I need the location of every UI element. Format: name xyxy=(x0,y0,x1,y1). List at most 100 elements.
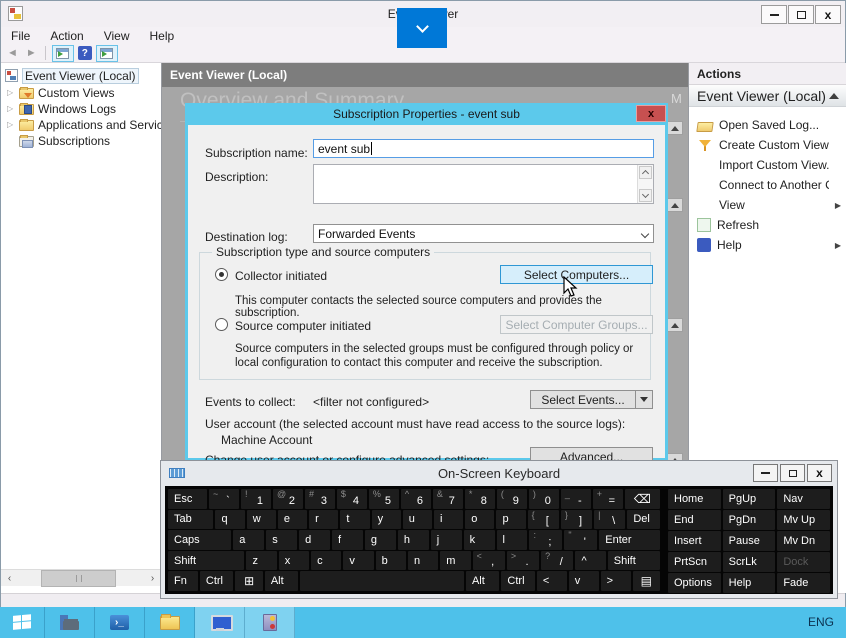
osk-nav-key[interactable]: Dock xyxy=(777,552,830,572)
scroll-right-icon[interactable]: › xyxy=(144,570,161,587)
osk-nav-key[interactable]: Nav xyxy=(777,489,830,509)
menu-item[interactable]: Action xyxy=(40,29,93,43)
osk-taskbar-button[interactable] xyxy=(195,607,245,638)
osk-nav-key[interactable]: End xyxy=(668,510,721,530)
tree-root-event-viewer[interactable]: Event Viewer (Local) xyxy=(1,67,161,84)
osk-key[interactable]: ~ ` xyxy=(208,489,239,509)
action-item[interactable]: Create Custom View... ▶ xyxy=(689,135,846,155)
osk-key[interactable]: u xyxy=(402,509,432,530)
osk-key[interactable]: <, xyxy=(472,550,505,571)
powershell-taskbar-button[interactable]: ›_ xyxy=(95,607,145,638)
expander-icon[interactable]: ▷ xyxy=(7,88,15,97)
show-action-pane-button[interactable] xyxy=(95,44,118,62)
action-item[interactable]: Refresh ▶ xyxy=(689,215,846,235)
osk-key[interactable]: Ctrl xyxy=(501,571,535,591)
source-computer-initiated-radio[interactable] xyxy=(215,318,228,331)
osk-key[interactable]: Esc xyxy=(168,489,207,509)
osk-key[interactable]: {[ xyxy=(527,509,559,530)
start-button[interactable] xyxy=(0,607,45,638)
osk-key[interactable]: v xyxy=(343,550,374,571)
osk-key[interactable]: ^ 6 xyxy=(400,489,431,509)
osk-key[interactable]: @2 xyxy=(272,489,303,509)
osk-key[interactable]: f xyxy=(332,530,363,550)
server-manager-taskbar-button[interactable] xyxy=(45,607,95,638)
osk-key[interactable]: ) 0 xyxy=(528,489,559,509)
osk-key[interactable]: Tab xyxy=(168,509,214,530)
action-item[interactable]: View ▶ xyxy=(689,195,846,215)
osk-close-button[interactable]: x xyxy=(807,464,832,482)
collapse-arrow-icon[interactable] xyxy=(829,92,839,99)
menu-item[interactable]: File xyxy=(1,29,40,43)
osk-key[interactable]: * 8 xyxy=(464,489,495,509)
dialog-close-button[interactable]: x xyxy=(636,105,666,122)
osk-key[interactable]: Del xyxy=(627,509,661,530)
osk-key[interactable]: q xyxy=(215,509,245,530)
osk-key[interactable]: b xyxy=(375,550,406,571)
osk-key[interactable]: h xyxy=(397,530,429,550)
osk-key[interactable]: x xyxy=(278,550,310,571)
section-collapse-button[interactable] xyxy=(667,198,683,212)
osk-key[interactable]: ! 1 xyxy=(240,489,271,509)
action-item[interactable]: Open Saved Log... ▶ xyxy=(689,115,846,135)
collector-initiated-radio[interactable] xyxy=(215,268,228,281)
osk-nav-key[interactable]: Home xyxy=(668,489,721,509)
osk-nav-key[interactable]: Mv Dn xyxy=(777,531,830,551)
event-viewer-taskbar-button[interactable] xyxy=(245,607,295,638)
menu-item[interactable]: Help xyxy=(140,29,185,43)
actions-section-header[interactable]: Event Viewer (Local) xyxy=(689,85,846,107)
horizontal-scrollbar[interactable]: ‹ › xyxy=(1,569,161,587)
action-item[interactable]: Help ▶ xyxy=(689,235,846,255)
osk-nav-key[interactable]: Pause xyxy=(722,531,776,551)
osk-nav-key[interactable]: Mv Up xyxy=(777,510,830,530)
osk-key[interactable]: g xyxy=(364,530,396,550)
destination-log-select[interactable]: Forwarded Events xyxy=(313,224,654,243)
section-collapse-button[interactable] xyxy=(667,318,683,332)
osk-key[interactable]: }] xyxy=(560,509,593,530)
tree-item[interactable]: ▷ Windows Logs xyxy=(1,101,161,116)
osk-key[interactable]: ⌫ xyxy=(624,489,660,509)
osk-key[interactable]: :; xyxy=(529,530,563,550)
osk-key[interactable]: i xyxy=(434,509,464,530)
select-computer-groups-button[interactable]: Select Computer Groups... xyxy=(500,315,653,334)
osk-key[interactable]: $4 xyxy=(336,489,367,509)
osk-key[interactable]: o xyxy=(465,509,495,530)
osk-key[interactable]: & 7 xyxy=(432,489,463,509)
expander-icon[interactable]: ▷ xyxy=(7,104,15,113)
osk-key[interactable]: Fn xyxy=(168,571,198,591)
osk-key[interactable]: s xyxy=(266,530,298,550)
osk-maximize-button[interactable] xyxy=(780,464,805,482)
menu-item[interactable]: View xyxy=(94,29,140,43)
osk-nav-key[interactable]: Fade xyxy=(777,573,830,593)
expander-icon[interactable]: ▷ xyxy=(7,120,15,129)
tree-item[interactable]: ▷ Custom Views xyxy=(1,85,161,100)
osk-key[interactable]: Alt xyxy=(264,571,299,591)
osk-key[interactable]: l xyxy=(496,530,528,550)
osk-key[interactable]: d xyxy=(299,530,330,550)
osk-key[interactable]: (9 xyxy=(496,489,527,509)
osk-key[interactable]: a xyxy=(233,530,265,550)
osk-key[interactable]: _ - xyxy=(560,489,591,509)
show-console-tree-button[interactable] xyxy=(51,44,74,62)
minimize-button[interactable] xyxy=(761,5,787,24)
osk-key[interactable]: p xyxy=(496,509,526,530)
tree-item[interactable]: ▷ Applications and Services Lo xyxy=(1,117,161,132)
osk-key[interactable]: y xyxy=(371,509,401,530)
osk-nav-key[interactable]: ScrLk xyxy=(722,552,776,572)
osk-key[interactable]: c xyxy=(311,550,342,571)
section-collapse-button[interactable] xyxy=(667,121,683,135)
osk-key[interactable]: " ' xyxy=(564,530,598,550)
back-arrow-icon[interactable]: ◄ xyxy=(5,47,20,59)
osk-key[interactable]: Shift xyxy=(607,550,660,571)
osk-key[interactable]: > xyxy=(600,571,631,591)
osk-key[interactable]: n xyxy=(407,550,439,571)
osk-nav-key[interactable]: Insert xyxy=(668,531,721,551)
osk-key[interactable]: r xyxy=(309,509,339,530)
tree-item[interactable]: ▷ Subscriptions xyxy=(1,133,161,148)
osk-key[interactable]: #3 xyxy=(304,489,335,509)
osk-key[interactable]: t xyxy=(340,509,370,530)
osk-key[interactable]: Ctrl xyxy=(199,571,234,591)
osk-key[interactable]: ^ xyxy=(575,550,606,571)
language-indicator[interactable]: ENG xyxy=(808,615,834,629)
osk-nav-key[interactable]: PrtScn xyxy=(668,552,721,572)
toolbar-help-icon[interactable]: ? xyxy=(77,46,92,60)
